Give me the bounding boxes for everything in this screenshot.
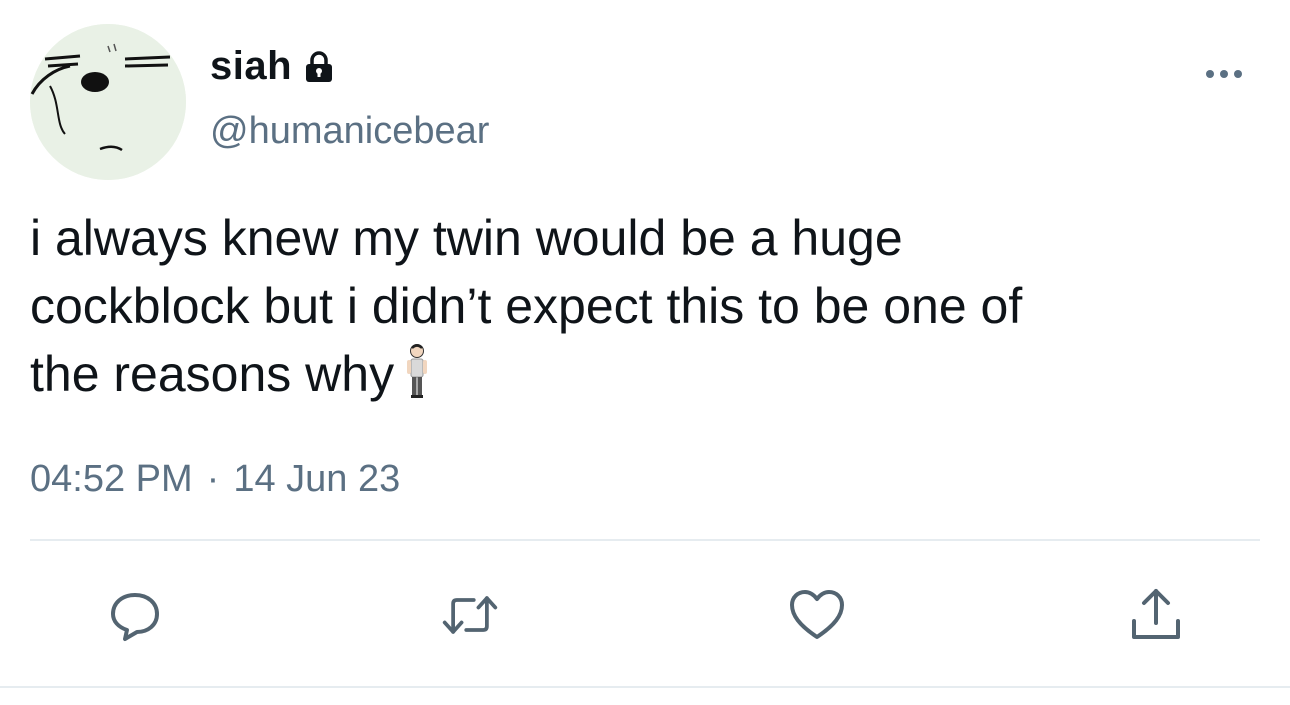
- lock-icon: [302, 50, 336, 84]
- tweet-text: i always knew my twin would be a huge co…: [30, 204, 1230, 416]
- tweet-text-line: the reasons why: [30, 340, 1230, 416]
- bear-face-avatar-icon: [30, 24, 186, 180]
- tweet-timestamp[interactable]: 04:52 PM · 14 Jun 23: [30, 458, 400, 501]
- tweet-date[interactable]: 14 Jun 23: [233, 458, 400, 500]
- author-name[interactable]: siah: [210, 44, 336, 89]
- heart-icon: [790, 590, 844, 639]
- share-icon: [1132, 589, 1180, 639]
- divider: [30, 539, 1260, 541]
- tweet-text-line: i always knew my twin would be a huge: [30, 210, 903, 266]
- tweet-text-line-content: the reasons why: [30, 346, 395, 402]
- tweet-text-line: cockblock but i didn’t expect this to be…: [30, 278, 1023, 334]
- retweet-button[interactable]: [440, 585, 500, 645]
- separator: ·: [206, 458, 220, 500]
- divider: [0, 686, 1290, 688]
- tweet-time[interactable]: 04:52 PM: [30, 458, 193, 500]
- reply-icon: [111, 593, 159, 641]
- reply-button[interactable]: [105, 585, 165, 645]
- display-name[interactable]: siah: [210, 44, 292, 89]
- avatar[interactable]: [30, 24, 186, 180]
- share-button[interactable]: [1126, 585, 1186, 645]
- standing-person-emoji-icon: [404, 343, 430, 416]
- author-handle[interactable]: @humanicebear: [210, 110, 489, 153]
- more-options-icon[interactable]: [1200, 64, 1248, 84]
- retweet-icon: [442, 596, 498, 634]
- like-button[interactable]: [787, 585, 847, 645]
